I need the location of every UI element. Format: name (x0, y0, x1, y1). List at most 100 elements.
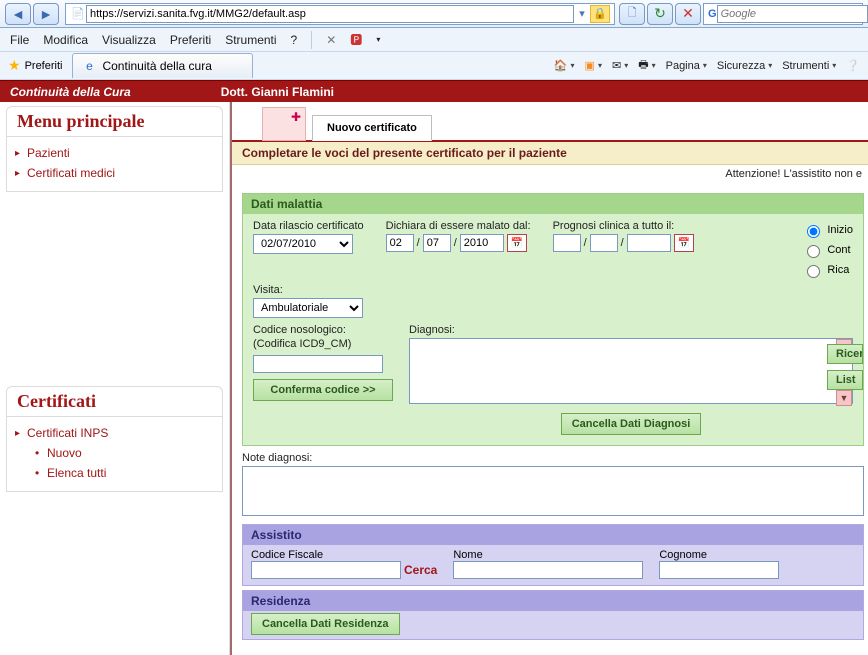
instruction-bar: Completare le voci del presente certific… (232, 142, 868, 165)
star-icon[interactable]: ★ (8, 57, 21, 74)
app-user: Dott. Gianni Flamini (211, 85, 344, 99)
conferma-codice-button[interactable]: Conferma codice >> (253, 379, 393, 401)
url-input[interactable] (86, 5, 574, 23)
menu-strumenti[interactable]: Strumenti (225, 33, 276, 47)
browser-menubar: File Modifica Visualizza Preferiti Strum… (0, 28, 868, 52)
input-prognosi-day[interactable] (553, 234, 581, 252)
help-button[interactable]: ❔ (846, 59, 860, 72)
app-title: Continuità della Cura (0, 85, 141, 99)
certificati-title: Certificati (6, 386, 223, 417)
input-prognosi-year[interactable] (627, 234, 671, 252)
compat-button[interactable]: 🗋 (619, 3, 645, 25)
cancella-diagnosi-button[interactable]: Cancella Dati Diagnosi (561, 413, 702, 435)
input-prognosi-month[interactable] (590, 234, 618, 252)
field-dichiara: Dichiara di essere malato dal: / / 📅 (386, 220, 531, 278)
sidebar-item-pazienti[interactable]: Pazienti (7, 143, 222, 163)
sidebar-item-elenca-tutti[interactable]: Elenca tutti (7, 463, 222, 483)
input-dichiara-month[interactable] (423, 234, 451, 252)
input-dichiara-day[interactable] (386, 234, 414, 252)
select-data-rilascio[interactable]: 02/07/2010 (253, 234, 353, 254)
radio-rica[interactable]: Rica (802, 262, 853, 278)
page-icon: 📄 (70, 6, 86, 22)
app-header: Continuità della Cura Dott. Gianni Flami… (0, 80, 868, 102)
select-visita[interactable]: Ambulatoriale (253, 298, 363, 318)
cmd-strumenti[interactable]: Strumenti ▾ (782, 60, 836, 72)
link-cerca[interactable]: Cerca (404, 563, 437, 577)
field-data-rilascio: Data rilascio certificato 02/07/2010 (253, 220, 364, 278)
field-cognome: Cognome (659, 549, 779, 579)
certificati-body: Certificati INPS Nuovo Elenca tutti (6, 417, 223, 492)
menu-help[interactable]: ? (291, 33, 298, 47)
browser-tab[interactable]: e Continuità della cura (72, 53, 252, 78)
lista-side-button[interactable]: List (827, 370, 863, 390)
field-visita: Visita: Ambulatoriale (253, 284, 363, 318)
header-assistito: Assistito (243, 525, 863, 545)
radio-inizio[interactable]: Inizio (802, 222, 853, 238)
warning-text: Attenzione! L'assistito non e (232, 165, 868, 183)
menu-preferiti[interactable]: Preferiti (170, 33, 211, 47)
print-button[interactable]: 🖶 ▾ (638, 56, 655, 75)
calendar-icon[interactable]: 📅 (674, 234, 694, 252)
mail-button[interactable]: ✉ ▾ (612, 59, 628, 72)
dropdown-icon[interactable]: ▾ (574, 6, 590, 22)
back-button[interactable]: ◄ (5, 3, 31, 25)
close-x-icon[interactable]: ✕ (326, 33, 336, 47)
menu-principale-body: Pazienti Certificati medici (6, 137, 223, 192)
header-dati-malattia: Dati malattia (243, 194, 863, 214)
favorites-bar: ★ Preferiti e Continuità della cura 🏠 ▾ … (0, 52, 868, 80)
home-button[interactable]: 🏠 ▾ (554, 59, 575, 72)
search-box[interactable]: G (703, 3, 863, 25)
tab-title: Continuità della cura (102, 59, 211, 73)
field-codice-fiscale: Codice Fiscale Cerca (251, 549, 437, 579)
cmd-pagina[interactable]: Pagina ▾ (666, 60, 707, 72)
ie-icon: e (81, 58, 97, 74)
input-cognome[interactable] (659, 561, 779, 579)
field-prognosi: Prognosi clinica a tutto il: / / 📅 (553, 220, 694, 278)
ricerca-side-button[interactable]: Ricer (827, 344, 863, 364)
field-nome: Nome (453, 549, 643, 579)
header-residenza: Residenza (243, 591, 863, 611)
radio-cont[interactable]: Cont (802, 242, 853, 258)
menu-principale-title: Menu principale (6, 106, 223, 137)
left-sidebar: Menu principale Pazienti Certificati med… (0, 102, 230, 655)
radio-group-tipo: Inizio Cont Rica (802, 222, 853, 278)
address-bar[interactable]: 📄 ▾ 🔒 (65, 3, 615, 25)
google-icon: G (708, 6, 717, 22)
menu-modifica[interactable]: Modifica (43, 33, 88, 47)
input-codice-fiscale[interactable] (251, 561, 401, 579)
sidebar-item-certificati-medici[interactable]: Certificati medici (7, 163, 222, 183)
calendar-icon[interactable]: 📅 (507, 234, 527, 252)
separator (311, 31, 312, 49)
section-dati-malattia: Dati malattia Data rilascio certificato … (242, 193, 864, 446)
field-note-diagnosi: Note diagnosi: (242, 452, 864, 516)
scroll-down-icon[interactable]: ▼ (836, 390, 852, 406)
browser-nav-toolbar: ◄ ► 📄 ▾ 🔒 🗋 ↻ ✕ G (0, 0, 868, 28)
favorites-label[interactable]: Preferiti (25, 60, 63, 72)
rss-button[interactable]: ▣ ▾ (585, 59, 602, 72)
refresh-button[interactable]: ↻ (647, 3, 673, 25)
command-bar: 🏠 ▾ ▣ ▾ ✉ ▾ 🖶 ▾ Pagina ▾ Sicurezza ▾ Str… (554, 56, 860, 75)
cancella-residenza-button[interactable]: Cancella Dati Residenza (251, 613, 400, 635)
cmd-sicurezza[interactable]: Sicurezza ▾ (717, 60, 772, 72)
main-content: Nuovo certificato Completare le voci del… (230, 102, 868, 655)
folder-icon[interactable] (262, 107, 306, 141)
pdf-icon[interactable]: 🅿 (350, 31, 362, 48)
search-input[interactable] (717, 5, 868, 23)
field-codice-nosologico: Codice nosologico: (Codifica ICD9_CM) Co… (253, 324, 393, 401)
input-nome[interactable] (453, 561, 643, 579)
stop-button[interactable]: ✕ (675, 3, 701, 25)
menu-file[interactable]: File (10, 33, 29, 47)
field-diagnosi: Diagnosi: ▲ ▼ Cancella Dati Diagnosi (409, 324, 853, 435)
textarea-diagnosi[interactable] (409, 338, 853, 404)
menu-visualizza[interactable]: Visualizza (102, 33, 156, 47)
input-codice[interactable] (253, 355, 383, 373)
sidebar-item-certificati-inps[interactable]: Certificati INPS (7, 423, 222, 443)
tab-nuovo-certificato[interactable]: Nuovo certificato (312, 115, 432, 141)
lock-icon: 🔒 (590, 5, 610, 23)
input-dichiara-year[interactable] (460, 234, 504, 252)
sidebar-item-nuovo[interactable]: Nuovo (7, 443, 222, 463)
section-assistito: Assistito Codice Fiscale Cerca Nome (242, 524, 864, 586)
tab-strip: Nuovo certificato (232, 102, 868, 142)
forward-button[interactable]: ► (33, 3, 59, 25)
textarea-note-diagnosi[interactable] (242, 466, 864, 516)
